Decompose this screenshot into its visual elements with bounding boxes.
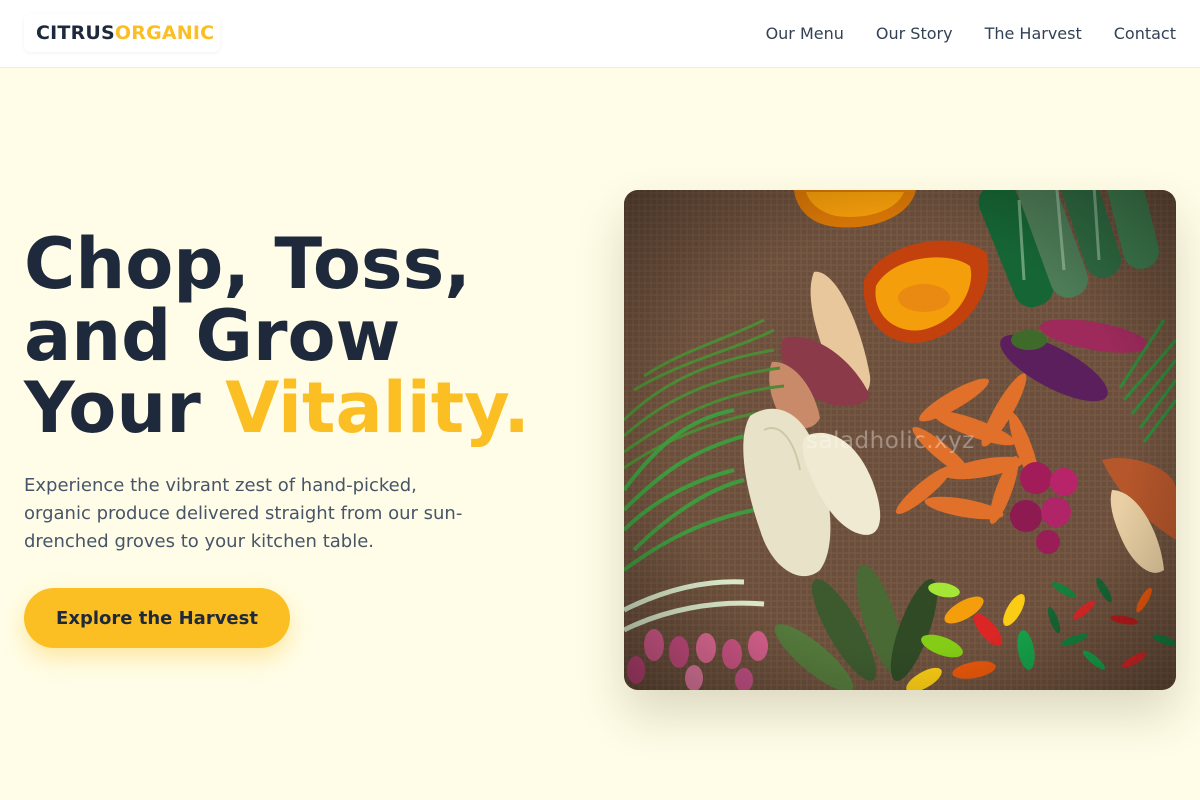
logo-text-citrus: CITRUS [36, 22, 115, 44]
headline-line-2: and Grow [24, 295, 401, 377]
nav-link-contact[interactable]: Contact [1114, 24, 1176, 43]
hero-vegetables-image: saladholic.xyz [624, 190, 1176, 690]
top-navigation-bar: CITRUS ORGANIC Our Menu Our Story The Har… [0, 0, 1200, 68]
main-nav: Our Menu Our Story The Harvest Contact [766, 0, 1176, 66]
hero-headline: Chop, Toss, and Grow Your Vitality. [24, 228, 584, 444]
brand-logo[interactable]: CITRUS ORGANIC [24, 14, 220, 52]
headline-accent-word: Vitality. [225, 367, 530, 449]
explore-harvest-button[interactable]: Explore the Harvest [24, 588, 290, 648]
nav-link-the-harvest[interactable]: The Harvest [985, 24, 1082, 43]
nav-link-our-menu[interactable]: Our Menu [766, 24, 844, 43]
logo-text-organic: ORGANIC [114, 22, 215, 44]
headline-line-3: Your Vitality. [24, 372, 584, 444]
hero-description: Experience the vibrant zest of hand-pick… [24, 475, 463, 552]
headline-line-1: Chop, Toss, [24, 223, 471, 305]
nav-link-our-story[interactable]: Our Story [876, 24, 953, 43]
image-watermark: saladholic.xyz [806, 428, 975, 454]
headline-line-3-plain: Your [24, 367, 226, 449]
